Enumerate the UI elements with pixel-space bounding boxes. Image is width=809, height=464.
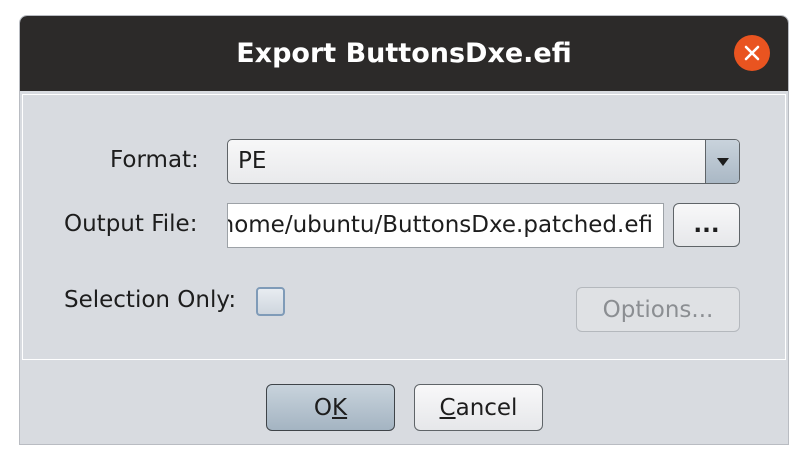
selection-only-label: Selection Only: (64, 287, 237, 313)
format-combobox[interactable]: PE (227, 139, 740, 184)
selection-only-checkbox[interactable] (256, 287, 285, 316)
options-button[interactable]: Options... (576, 287, 740, 332)
cancel-button[interactable]: Cancel (414, 384, 543, 431)
output-file-field[interactable]: /home/ubuntu/ButtonsDxe.patched.efi (227, 203, 664, 248)
format-label: Format: (110, 147, 199, 173)
output-file-value: /home/ubuntu/ButtonsDxe.patched.efi (227, 212, 653, 238)
close-button[interactable] (734, 35, 770, 71)
export-dialog: Export ButtonsDxe.efi Format: PE Output … (19, 15, 789, 445)
dialog-title: Export ButtonsDxe.efi (236, 38, 572, 69)
ok-label-prefix: O (313, 394, 332, 421)
title-bar[interactable]: Export ButtonsDxe.efi (20, 16, 788, 91)
format-selected-value: PE (238, 148, 267, 174)
format-dropdown-button[interactable] (705, 140, 739, 183)
chevron-down-icon (716, 157, 729, 166)
ok-label-mnemonic: K (332, 394, 348, 421)
cancel-label-mnemonic: C (439, 394, 456, 421)
close-icon (744, 45, 760, 61)
ok-button[interactable]: OK (266, 384, 395, 431)
output-file-label: Output File: (64, 211, 198, 237)
browse-button[interactable]: ... (673, 203, 740, 247)
cancel-label-suffix: ancel (455, 394, 518, 421)
